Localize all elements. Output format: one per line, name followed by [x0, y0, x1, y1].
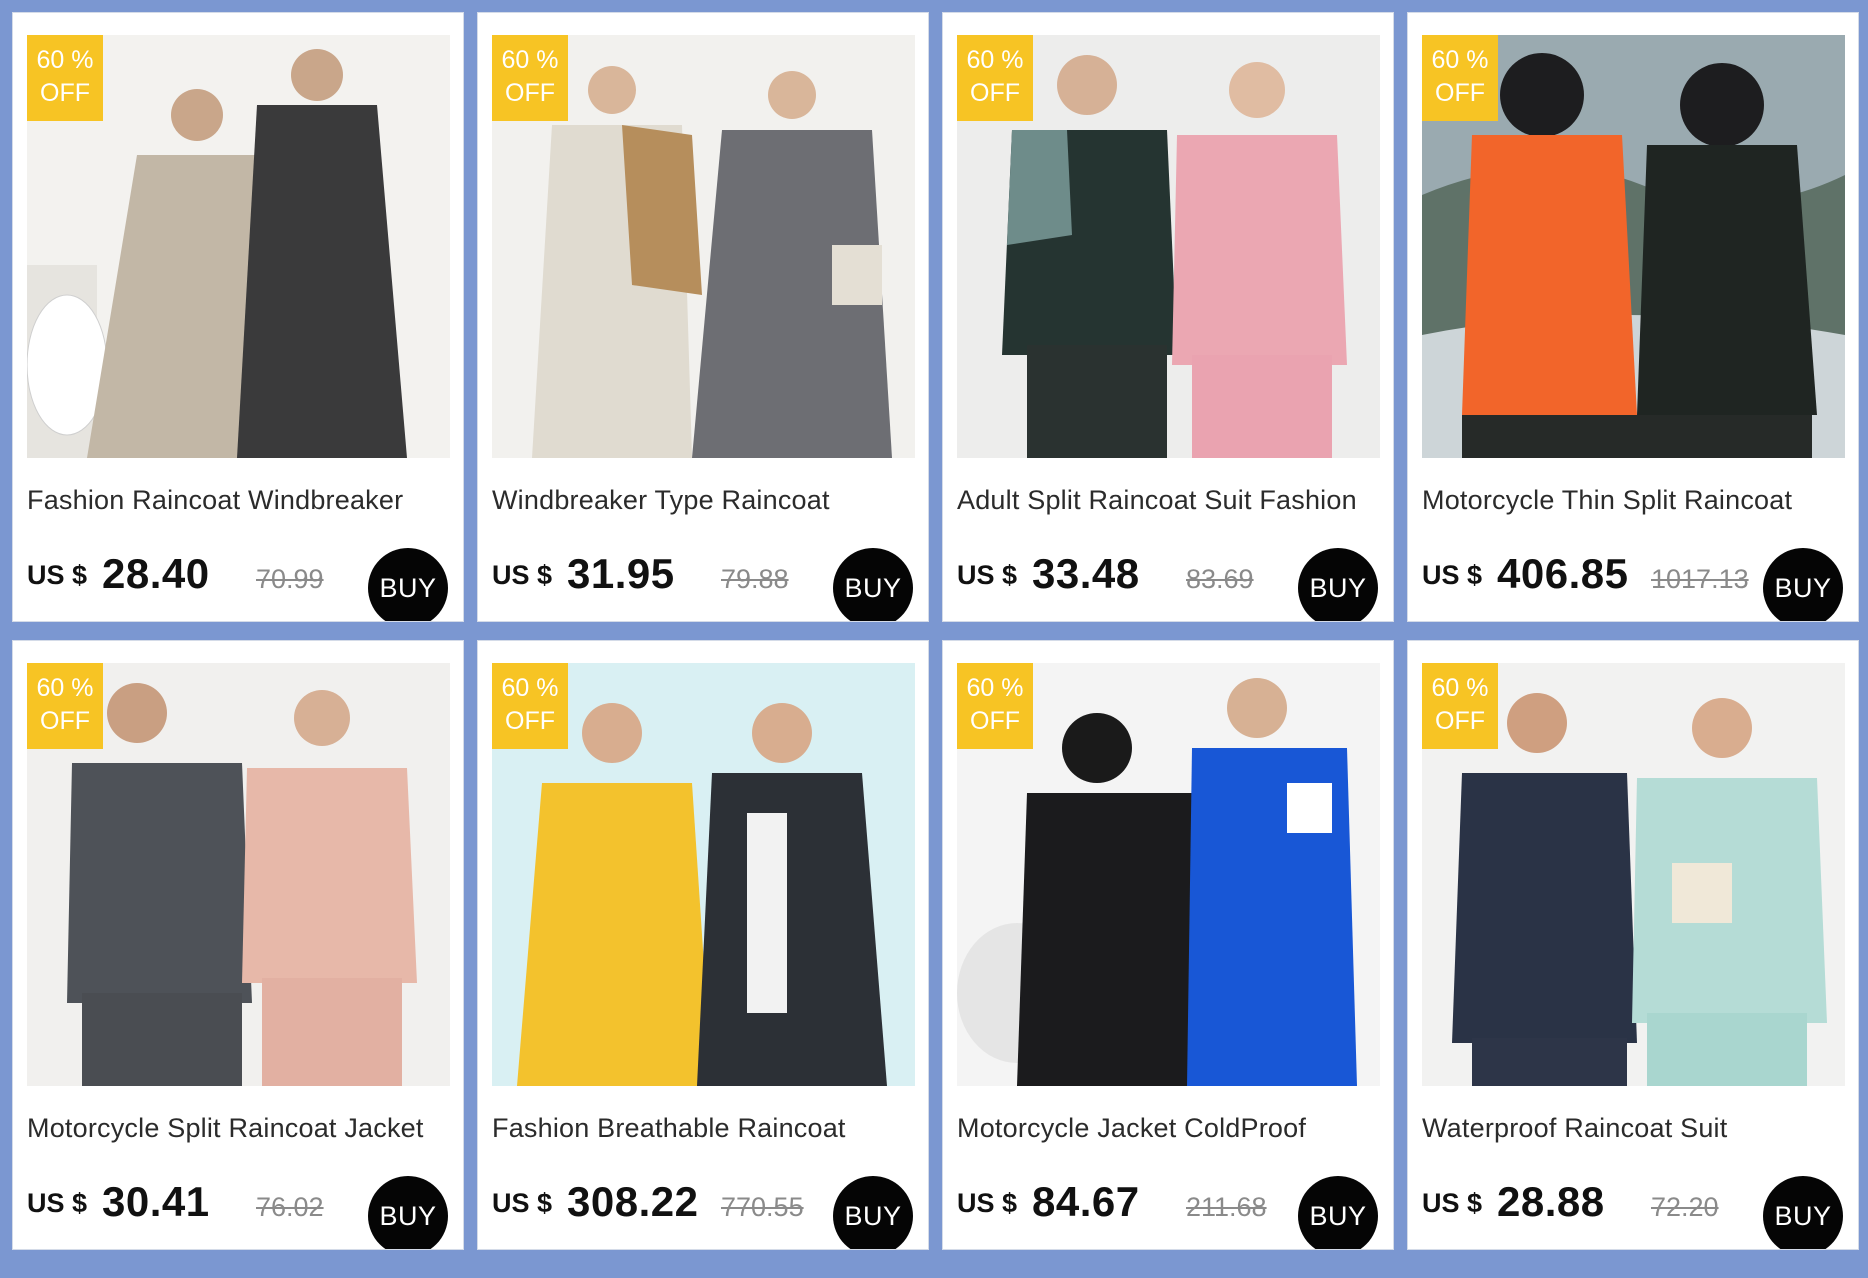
product-card[interactable]: 60 % OFF Motorcycle Thin Split Raincoat …	[1407, 12, 1859, 622]
discount-off-label: OFF	[505, 707, 555, 735]
sale-price: 28.88	[1497, 1178, 1605, 1225]
currency-label: US $	[1422, 1188, 1483, 1218]
currency-label: US $	[27, 1188, 88, 1218]
buy-button[interactable]: BUY	[1298, 1176, 1378, 1249]
product-image[interactable]: 60 % OFF	[27, 35, 450, 458]
original-price: 83.69	[1186, 564, 1254, 594]
original-price: 211.68	[1186, 1192, 1267, 1222]
original-price: 770.55	[721, 1192, 804, 1222]
discount-percent: 60 %	[1431, 46, 1489, 74]
discount-badge: 60 % OFF	[957, 663, 1033, 749]
discount-off-label: OFF	[505, 79, 555, 107]
product-image[interactable]: 60 % OFF	[1422, 663, 1845, 1086]
product-card[interactable]: 60 % OFF Motorcycle Split Raincoat Jacke…	[12, 640, 464, 1250]
sale-price: 28.40	[102, 550, 210, 597]
product-title[interactable]: Windbreaker Type Raincoat	[492, 485, 830, 516]
sale-price: 33.48	[1032, 550, 1140, 597]
original-price: 72.20	[1651, 1192, 1719, 1222]
product-card[interactable]: 60 % OFF Motorcycle Jacket ColdProof US …	[942, 640, 1394, 1250]
discount-percent: 60 %	[36, 674, 94, 702]
product-image[interactable]: 60 % OFF	[492, 35, 915, 458]
original-price: 1017.13	[1651, 564, 1749, 594]
discount-off-label: OFF	[1435, 79, 1485, 107]
product-image[interactable]: 60 % OFF	[27, 663, 450, 1086]
buy-button[interactable]: BUY	[368, 548, 448, 621]
sale-price: 308.22	[567, 1178, 699, 1225]
discount-badge: 60 % OFF	[492, 663, 568, 749]
product-image[interactable]: 60 % OFF	[1422, 35, 1845, 458]
discount-percent: 60 %	[36, 46, 94, 74]
original-price: 76.02	[256, 1192, 324, 1222]
product-card[interactable]: 60 % OFF Windbreaker Type Raincoat US $ …	[477, 12, 929, 622]
product-title[interactable]: Motorcycle Jacket ColdProof	[957, 1113, 1306, 1144]
product-image[interactable]: 60 % OFF	[492, 663, 915, 1086]
discount-badge: 60 % OFF	[1422, 35, 1498, 121]
product-title[interactable]: Fashion Raincoat Windbreaker	[27, 485, 403, 516]
product-grid: 60 % OFF Fashion Raincoat Windbreaker US…	[12, 12, 1860, 1266]
original-price: 70.99	[256, 564, 324, 594]
currency-label: US $	[492, 1188, 553, 1218]
sale-price: 31.95	[567, 550, 675, 597]
product-card[interactable]: 60 % OFF Waterproof Raincoat Suit US $ 2…	[1407, 640, 1859, 1250]
discount-percent: 60 %	[1431, 674, 1489, 702]
buy-button[interactable]: BUY	[1763, 1176, 1843, 1249]
discount-percent: 60 %	[966, 674, 1024, 702]
discount-off-label: OFF	[40, 79, 90, 107]
discount-badge: 60 % OFF	[492, 35, 568, 121]
product-image[interactable]: 60 % OFF	[957, 35, 1380, 458]
product-card[interactable]: 60 % OFF Fashion Raincoat Windbreaker US…	[12, 12, 464, 622]
currency-label: US $	[1422, 560, 1483, 590]
currency-label: US $	[27, 560, 88, 590]
buy-button[interactable]: BUY	[1763, 548, 1843, 621]
buy-button[interactable]: BUY	[368, 1176, 448, 1249]
sale-price: 84.67	[1032, 1178, 1140, 1225]
buy-button[interactable]: BUY	[1298, 548, 1378, 621]
original-price: 79.88	[721, 564, 789, 594]
buy-button[interactable]: BUY	[833, 548, 913, 621]
product-title[interactable]: Motorcycle Split Raincoat Jacket	[27, 1113, 424, 1144]
currency-label: US $	[957, 1188, 1018, 1218]
discount-off-label: OFF	[40, 707, 90, 735]
discount-off-label: OFF	[970, 707, 1020, 735]
product-title[interactable]: Fashion Breathable Raincoat	[492, 1113, 846, 1144]
product-card[interactable]: 60 % OFF Adult Split Raincoat Suit Fashi…	[942, 12, 1394, 622]
currency-label: US $	[492, 560, 553, 590]
product-title[interactable]: Adult Split Raincoat Suit Fashion	[957, 485, 1357, 516]
sale-price: 406.85	[1497, 550, 1629, 597]
product-image[interactable]: 60 % OFF	[957, 663, 1380, 1086]
currency-label: US $	[957, 560, 1018, 590]
discount-badge: 60 % OFF	[1422, 663, 1498, 749]
discount-percent: 60 %	[966, 46, 1024, 74]
buy-button[interactable]: BUY	[833, 1176, 913, 1249]
discount-off-label: OFF	[970, 79, 1020, 107]
product-card[interactable]: 60 % OFF Fashion Breathable Raincoat US …	[477, 640, 929, 1250]
product-title[interactable]: Motorcycle Thin Split Raincoat	[1422, 485, 1792, 516]
discount-badge: 60 % OFF	[27, 663, 103, 749]
sale-price: 30.41	[102, 1178, 210, 1225]
discount-off-label: OFF	[1435, 707, 1485, 735]
discount-percent: 60 %	[501, 674, 559, 702]
discount-badge: 60 % OFF	[957, 35, 1033, 121]
discount-percent: 60 %	[501, 46, 559, 74]
product-title[interactable]: Waterproof Raincoat Suit	[1422, 1113, 1727, 1144]
discount-badge: 60 % OFF	[27, 35, 103, 121]
